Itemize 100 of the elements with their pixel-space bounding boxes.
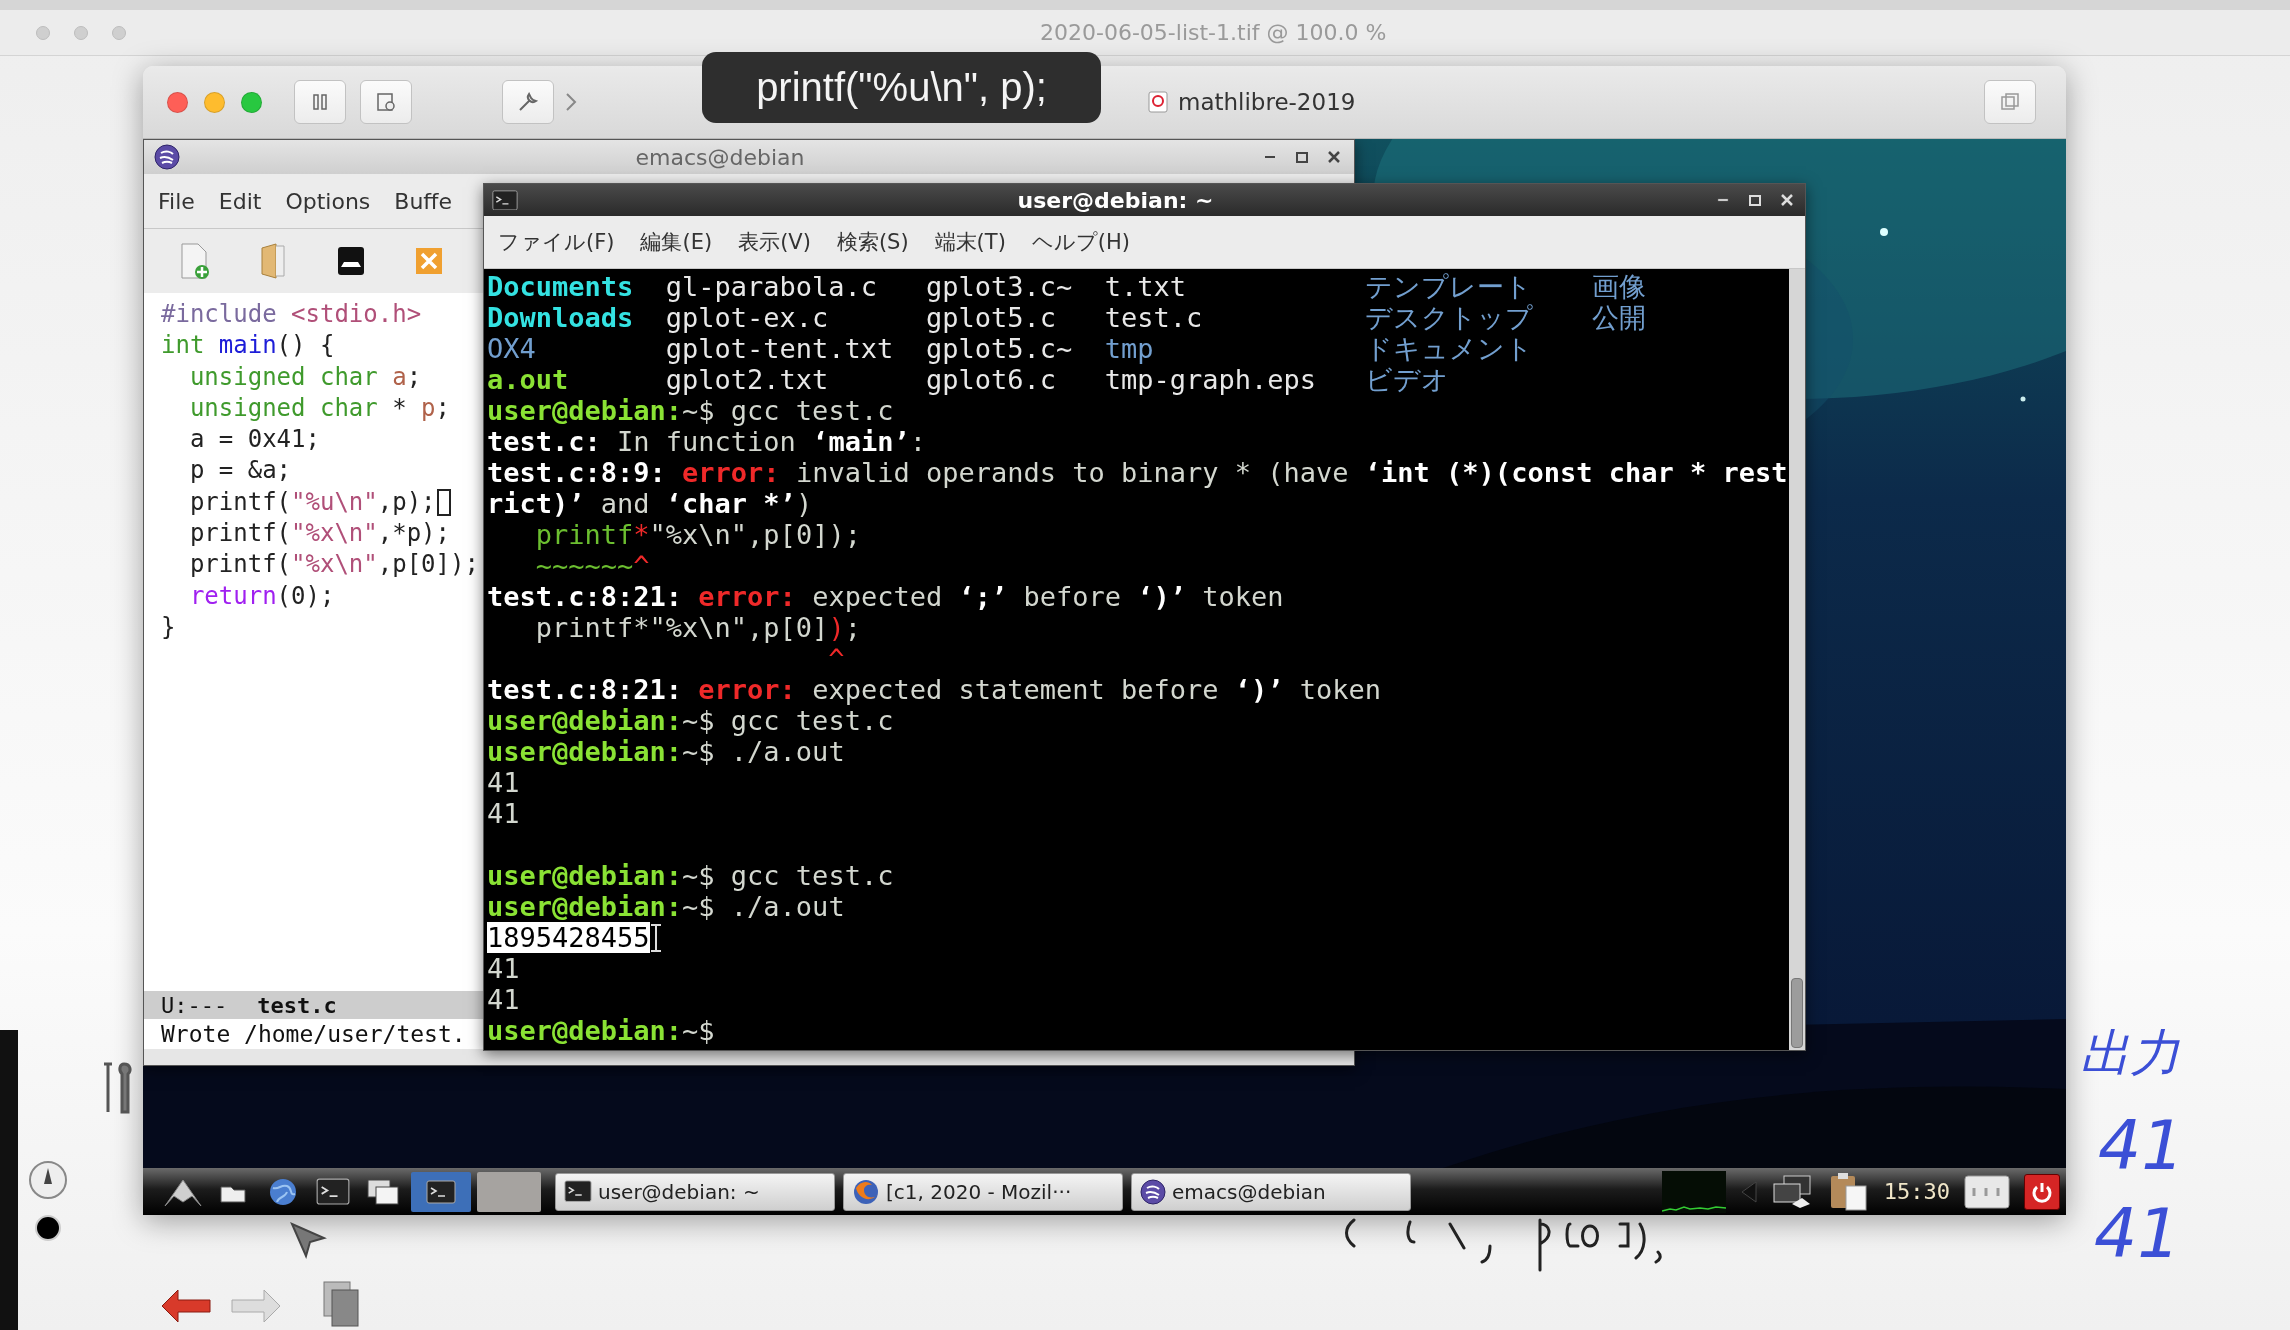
file-name: Downloads	[487, 302, 634, 333]
settings-button[interactable]	[502, 80, 554, 124]
emacs-icon	[154, 144, 180, 170]
maximize-icon	[1748, 193, 1762, 207]
file-name: 画像	[1592, 271, 1647, 302]
terminal-line: 41	[487, 984, 520, 1015]
terminal-line: printf*"%x\n",p[0]);	[534, 519, 861, 550]
pause-button[interactable]	[294, 80, 346, 124]
file-name: a.out	[487, 364, 569, 395]
maximize-icon	[1295, 150, 1309, 164]
horizontal-scrollbar[interactable]	[144, 1049, 1354, 1065]
terminal-line: test.c:8:21: error: expected ‘;’ before ‘)’ token	[487, 581, 1284, 612]
terminal-line: 41	[487, 798, 520, 829]
snapshot-icon	[375, 91, 397, 113]
selected-text: 1895428455	[487, 922, 650, 953]
code-line: unsigned char a;	[188, 361, 422, 393]
tooltip: printf("%u\n", p);	[702, 52, 1101, 123]
code-line: unsigned char * p;	[188, 392, 450, 424]
terminal-line: test.c: In function ‘main’:	[487, 426, 926, 457]
terminal-line: printf*"%x\n",p[0]);	[534, 612, 861, 643]
task-button[interactable]: [c1, 2020 - Mozil···	[843, 1172, 1123, 1211]
buffer-name: test.c	[257, 992, 337, 1018]
terminal-line: rict)’ and ‘char *’)	[487, 488, 813, 519]
code-line: printf("%x\n",*p);	[188, 518, 450, 550]
menu-item[interactable]: 検索(S)	[836, 228, 909, 256]
code-line: printf("%x\n",p[0]);	[188, 549, 479, 581]
menu-item[interactable]: ヘルプ(H)	[1031, 228, 1130, 256]
terminal-line: user@debian:~$ gcc test.c	[487, 860, 894, 891]
menu-item[interactable]: ファイル(F)	[498, 228, 615, 256]
keyboard-icon[interactable]	[1964, 1173, 2010, 1210]
file-name: gplot6.c	[925, 364, 1056, 395]
file-name: gplot3.c~	[925, 271, 1073, 302]
pause-icon	[310, 92, 330, 112]
terminal-icon	[316, 1177, 350, 1206]
chevron-icon	[564, 91, 578, 113]
copy-icon[interactable]	[322, 1280, 362, 1328]
vm-icon	[1148, 91, 1168, 113]
file-name: gplot5.c~	[925, 333, 1073, 364]
terminal-line: test.c:8:21: error: expected statement before ‘)’ token	[487, 674, 1382, 705]
scrollbar[interactable]	[1789, 269, 1805, 1050]
workspace-button[interactable]	[477, 1171, 541, 1212]
menu-item[interactable]: File	[158, 188, 195, 214]
power-button[interactable]	[2024, 1173, 2060, 1210]
close-icon	[1327, 150, 1341, 164]
terminal-line: user@debian:~$ gcc test.c	[487, 705, 894, 736]
file-name: gplot-ex.c	[665, 302, 829, 333]
file-name: test.c	[1104, 302, 1203, 333]
windows-icon	[1999, 91, 2021, 113]
file-name: ビデオ	[1364, 364, 1449, 395]
window-title: user@debian: ~	[1016, 187, 1215, 213]
file-name: テンプレート	[1364, 271, 1532, 302]
minimize-icon	[1264, 155, 1276, 159]
undo-icon[interactable]	[160, 1288, 214, 1324]
browser-icon	[852, 1177, 880, 1206]
minimize-icon	[1717, 198, 1729, 202]
file-name: OX4	[487, 333, 536, 364]
handwritten-note: 出力	[2080, 1028, 2180, 1078]
file-name: ドキュメント	[1364, 333, 1533, 364]
handwritten-note: 41	[2098, 1112, 2185, 1180]
menu-item[interactable]: Edit	[218, 188, 262, 214]
file-name: gplot5.c	[925, 302, 1056, 333]
code-line: return(0);	[188, 580, 335, 612]
terminal-line: user@debian:~$ ./a.out	[487, 736, 845, 767]
file-name: tmp	[1104, 333, 1154, 364]
task-button[interactable]: user@debian: ~	[555, 1172, 835, 1211]
file-name: gplot-tent.txt	[665, 333, 894, 364]
file-name: gl-parabola.c	[665, 271, 878, 302]
terminal-line: ^	[827, 643, 845, 674]
code-line: #include <stdio.h>	[161, 299, 422, 330]
text-cursor-icon	[649, 923, 662, 952]
file-name: デスクトップ	[1364, 302, 1533, 333]
workspace-button[interactable]	[411, 1171, 471, 1212]
pointer-icon[interactable]	[288, 1220, 328, 1260]
network-icon[interactable]	[1771, 1173, 1814, 1210]
code-line: printf("%u\n",p);	[188, 486, 436, 518]
snapshot-button[interactable]	[360, 80, 412, 124]
file-name: tmp-graph.eps	[1104, 364, 1316, 395]
color-dot-icon[interactable]	[34, 1214, 62, 1242]
code-line: a = 0x41;	[188, 424, 320, 456]
clock: 15:30	[1883, 1179, 1950, 1204]
menu-item[interactable]: Buffe	[394, 188, 453, 214]
menu-item[interactable]: Options	[285, 188, 371, 214]
window-title: emacs@debian	[634, 144, 806, 170]
buffer-status: U:---	[161, 992, 228, 1018]
file-name: 公開	[1592, 302, 1647, 333]
new-file-icon	[178, 242, 212, 280]
emacs-icon	[1140, 1178, 1166, 1205]
menu-item[interactable]: 編集(E)	[640, 228, 713, 256]
vm-name: mathlibre-2019	[1178, 89, 1356, 115]
file-name: gplot2.txt	[665, 364, 829, 395]
pen-icon[interactable]	[28, 1160, 68, 1200]
file-name: t.txt	[1104, 271, 1186, 302]
handwritten-note: 41	[2094, 1200, 2181, 1268]
menu-item[interactable]: 端末(T)	[934, 228, 1006, 256]
file-name: Documents	[487, 271, 634, 302]
task-button[interactable]: emacs@debian	[1131, 1172, 1411, 1211]
terminal-line: ~~~~~~^	[534, 550, 650, 581]
menu-item[interactable]: 表示(V)	[738, 228, 811, 256]
document-title: 2020-06-05-list-1.tif @ 100.0 %	[1040, 20, 1387, 45]
terminal-icon	[564, 1180, 592, 1203]
